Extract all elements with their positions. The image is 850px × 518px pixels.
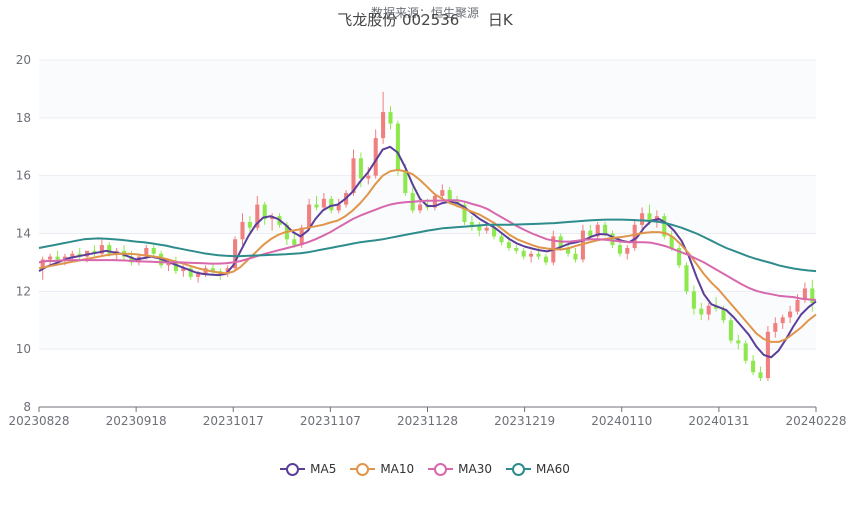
candle-body [151,247,156,254]
grid-band [39,291,816,350]
legend-label: MA5 [310,462,337,476]
candle-body [388,112,393,124]
legend: MA5 MA10 MA30 MA60 [0,462,850,476]
candle-body [736,340,741,344]
legend-item-ma30[interactable]: MA30 [428,462,492,476]
chart-title: 飞龙股份 002536 日K [0,9,850,30]
grid-lines [39,59,816,408]
candle-body [366,175,371,179]
x-tick-label: 20240228 [785,414,846,428]
candle-body [699,308,704,315]
candle-body [617,245,622,254]
candle-body [780,317,785,324]
candle-body [521,250,526,257]
kline-chart: 8101214161820 20230828 20230918 20231017 20… [8,53,847,428]
legend-marker-icon [350,462,376,476]
candle-body [691,291,696,309]
candle-body [48,256,53,260]
candle-body [469,221,474,225]
x-tick-label: 20230828 [8,414,69,428]
y-tick-label: 14 [16,227,31,241]
x-tick-label: 20240110 [591,414,652,428]
candle-body [751,360,756,373]
x-tick-label: 20231017 [203,414,264,428]
candle-body [625,247,630,254]
period-label: 日K [487,11,513,29]
x-tick-label: 20240131 [688,414,749,428]
candle-body [240,221,245,240]
legend-item-ma10[interactable]: MA10 [350,462,414,476]
legend-marker-icon [506,462,532,476]
candle-body [440,190,445,196]
legend-label: MA30 [458,462,493,476]
candle-body [514,247,519,251]
candle-body [381,112,386,139]
legend-item-ma5[interactable]: MA5 [280,462,336,476]
candle-body [773,323,778,332]
candle-body [788,311,793,318]
grid-band [39,117,816,176]
y-tick-label: 20 [16,53,31,67]
legend-marker-icon [428,462,454,476]
candle-body [795,300,800,312]
candle-body [573,253,578,260]
y-tick-label: 16 [16,169,31,183]
x-axis: 20230828 20230918 20231017 20231107 20231128… [8,406,847,428]
x-tick-label: 20230918 [106,414,167,428]
legend-item-ma60[interactable]: MA60 [506,462,570,476]
x-tick-label: 20231128 [397,414,458,428]
stock-name-code: 飞龙股份 002536 [337,11,460,29]
candle-body [640,213,645,225]
candle-body [395,123,400,170]
candle-body [529,253,534,257]
candle-body [743,343,748,361]
candle-body [247,221,252,228]
y-tick-label: 12 [16,284,31,298]
candle-body [758,372,763,379]
candle-body [543,256,548,263]
candle-body [314,204,319,208]
candle-body [499,236,504,243]
candle-body [632,224,637,248]
grid-band [39,349,816,407]
candle-body [610,233,615,246]
candle-body [603,224,608,234]
candle-body [321,198,326,208]
candle-body [292,239,297,246]
legend-label: MA10 [380,462,415,476]
candle-body [418,204,423,211]
candle-body [358,158,363,179]
candle-body [684,265,689,292]
y-tick-label: 18 [16,111,31,125]
legend-marker-icon [280,462,306,476]
candle-body [196,273,201,277]
candle-body [506,242,511,248]
candle-body [484,227,489,231]
x-tick-label: 20231107 [300,414,361,428]
y-tick-label: 8 [23,400,31,414]
candle-body [55,256,60,260]
grid-band [39,60,816,118]
candle-body [307,204,312,228]
candle-body [728,320,733,341]
y-tick-label: 10 [16,342,31,356]
candle-body [706,305,711,315]
y-axis: 8 10 12 14 16 18 20 [16,53,31,414]
candle-body [403,169,408,194]
x-tick-label: 20231219 [494,414,555,428]
candle-body [536,253,541,257]
legend-label: MA60 [536,462,570,476]
